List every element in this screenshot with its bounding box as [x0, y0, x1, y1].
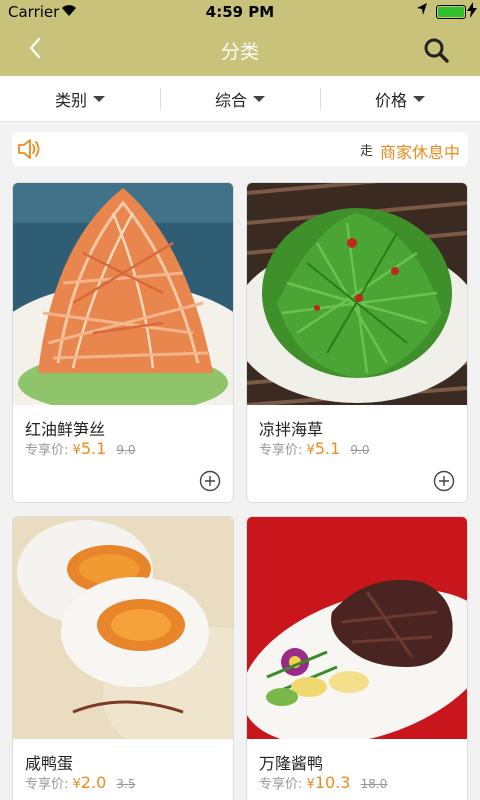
- product-price: 5.1: [80, 439, 107, 458]
- status-bar: Carrier 4:59 PM: [0, 0, 480, 24]
- original-price: 18.0: [360, 777, 388, 791]
- caret-down-icon: [413, 96, 425, 102]
- original-price: 3.5: [116, 777, 136, 791]
- add-to-cart-icon[interactable]: [199, 470, 221, 492]
- product-image-salted-duck-egg: [13, 517, 233, 739]
- currency-symbol: ¥: [72, 777, 81, 792]
- product-card[interactable]: 红油鲜笋丝 专享价: ¥5.1 9.0: [12, 182, 234, 503]
- product-name: 红油鲜笋丝: [25, 420, 106, 439]
- product-name: 咸鸭蛋: [25, 754, 74, 773]
- original-price: 9.0: [350, 443, 370, 457]
- store-status: 商家休息中: [380, 143, 461, 162]
- price-row: 专享价: ¥10.3 18.0: [259, 773, 387, 792]
- currency-symbol: ¥: [306, 443, 315, 458]
- currency-symbol: ¥: [72, 443, 81, 458]
- battery-icon: [436, 5, 466, 19]
- caret-down-icon: [253, 96, 265, 102]
- product-image-bamboo-shoots: [13, 183, 233, 405]
- notice-bar: 走 商家休息中: [12, 132, 468, 166]
- product-image-seaweed: [247, 183, 467, 405]
- product-price: 2.0: [80, 773, 107, 792]
- marquee-text: 走: [360, 144, 374, 159]
- filter-bar: 类别 综合 价格: [0, 76, 480, 122]
- location-arrow-icon: [416, 2, 428, 20]
- search-icon[interactable]: [422, 36, 450, 64]
- original-price: 9.0: [116, 443, 136, 457]
- product-price: 10.3: [314, 773, 351, 792]
- price-row: 专享价: ¥5.1 9.0: [25, 439, 136, 458]
- filter-price-label: 价格: [374, 91, 407, 110]
- filter-overall-label: 综合: [214, 91, 247, 110]
- product-price: 5.1: [314, 439, 341, 458]
- product-card[interactable]: 凉拌海草 专享价: ¥5.1 9.0: [246, 182, 468, 503]
- price-row: 专享价: ¥2.0 3.5: [25, 773, 136, 792]
- caret-down-icon: [93, 96, 105, 102]
- product-name: 凉拌海草: [259, 420, 324, 439]
- page-title: 分类: [220, 41, 259, 63]
- filter-overall[interactable]: 综合: [160, 76, 320, 122]
- price-label: 专享价:: [259, 443, 303, 458]
- clock: 4:59 PM: [205, 3, 275, 21]
- price-label: 专享价:: [259, 777, 303, 792]
- product-name: 万隆酱鸭: [259, 754, 324, 773]
- product-card[interactable]: 咸鸭蛋 专享价: ¥2.0 3.5: [12, 516, 234, 800]
- add-to-cart-icon[interactable]: [433, 470, 455, 492]
- filter-category-label: 类别: [54, 91, 87, 110]
- product-card[interactable]: 万隆酱鸭 专享价: ¥10.3 18.0: [246, 516, 468, 800]
- filter-category[interactable]: 类别: [0, 76, 160, 122]
- charging-icon: [467, 2, 477, 22]
- speaker-icon: [16, 136, 44, 162]
- filter-price[interactable]: 价格: [320, 76, 480, 122]
- price-label: 专享价:: [25, 777, 69, 792]
- product-image-sauce-duck: [247, 517, 467, 739]
- price-row: 专享价: ¥5.1 9.0: [259, 439, 370, 458]
- nav-bar: 分类: [0, 24, 480, 76]
- currency-symbol: ¥: [306, 777, 315, 792]
- price-label: 专享价:: [25, 443, 69, 458]
